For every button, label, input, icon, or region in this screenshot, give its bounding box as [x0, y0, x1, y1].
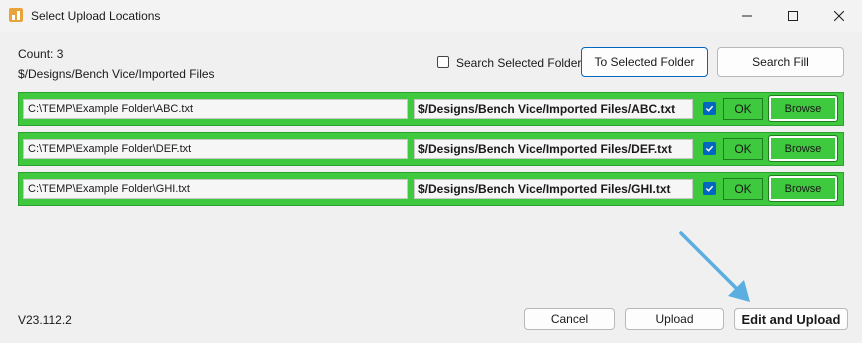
- arrow-annotation: [679, 231, 750, 302]
- maximize-icon: [788, 11, 798, 21]
- destination-path-field[interactable]: $/Designs/Bench Vice/Imported Files/ABC.…: [414, 99, 693, 119]
- version-label: V23.112.2: [18, 313, 72, 327]
- close-button[interactable]: [816, 0, 862, 32]
- source-path-field[interactable]: C:\TEMP\Example Folder\DEF.txt: [23, 139, 408, 159]
- upload-button[interactable]: Upload: [625, 308, 724, 330]
- cancel-button[interactable]: Cancel: [524, 308, 615, 330]
- edit-and-upload-button[interactable]: Edit and Upload: [734, 308, 848, 330]
- row-checkbox[interactable]: [703, 182, 716, 195]
- file-row: C:\TEMP\Example Folder\DEF.txt $/Designs…: [18, 132, 844, 166]
- minimize-icon: [742, 15, 752, 17]
- source-path-field[interactable]: C:\TEMP\Example Folder\GHI.txt: [23, 179, 408, 199]
- checkmark-icon: [705, 105, 714, 112]
- file-row: C:\TEMP\Example Folder\ABC.txt $/Designs…: [18, 92, 844, 126]
- search-selected-folder-label: Search Selected Folder: [456, 56, 582, 70]
- ok-status-button[interactable]: OK: [723, 138, 763, 160]
- to-selected-folder-button[interactable]: To Selected Folder: [581, 47, 708, 77]
- browse-button[interactable]: Browse: [768, 95, 838, 122]
- row-checkbox[interactable]: [703, 102, 716, 115]
- checkmark-icon: [705, 145, 714, 152]
- maximize-button[interactable]: [770, 0, 816, 32]
- ok-status-button[interactable]: OK: [723, 98, 763, 120]
- close-icon: [834, 11, 844, 21]
- search-fill-button[interactable]: Search Fill: [717, 47, 844, 77]
- destination-path-field[interactable]: $/Designs/Bench Vice/Imported Files/GHI.…: [414, 179, 693, 199]
- app-icon: [9, 8, 23, 22]
- browse-button[interactable]: Browse: [768, 135, 838, 162]
- title-bar: Select Upload Locations: [0, 0, 862, 32]
- search-selected-folder-checkbox[interactable]: [437, 56, 449, 68]
- destination-path-field[interactable]: $/Designs/Bench Vice/Imported Files/DEF.…: [414, 139, 693, 159]
- count-label: Count: 3: [18, 47, 64, 61]
- source-path-field[interactable]: C:\TEMP\Example Folder\ABC.txt: [23, 99, 408, 119]
- row-checkbox[interactable]: [703, 142, 716, 155]
- window-title: Select Upload Locations: [31, 9, 161, 23]
- minimize-button[interactable]: [724, 0, 770, 32]
- file-row: C:\TEMP\Example Folder\GHI.txt $/Designs…: [18, 172, 844, 206]
- vault-path-label: $/Designs/Bench Vice/Imported Files: [18, 67, 215, 81]
- ok-status-button[interactable]: OK: [723, 178, 763, 200]
- checkmark-icon: [705, 185, 714, 192]
- browse-button[interactable]: Browse: [768, 175, 838, 202]
